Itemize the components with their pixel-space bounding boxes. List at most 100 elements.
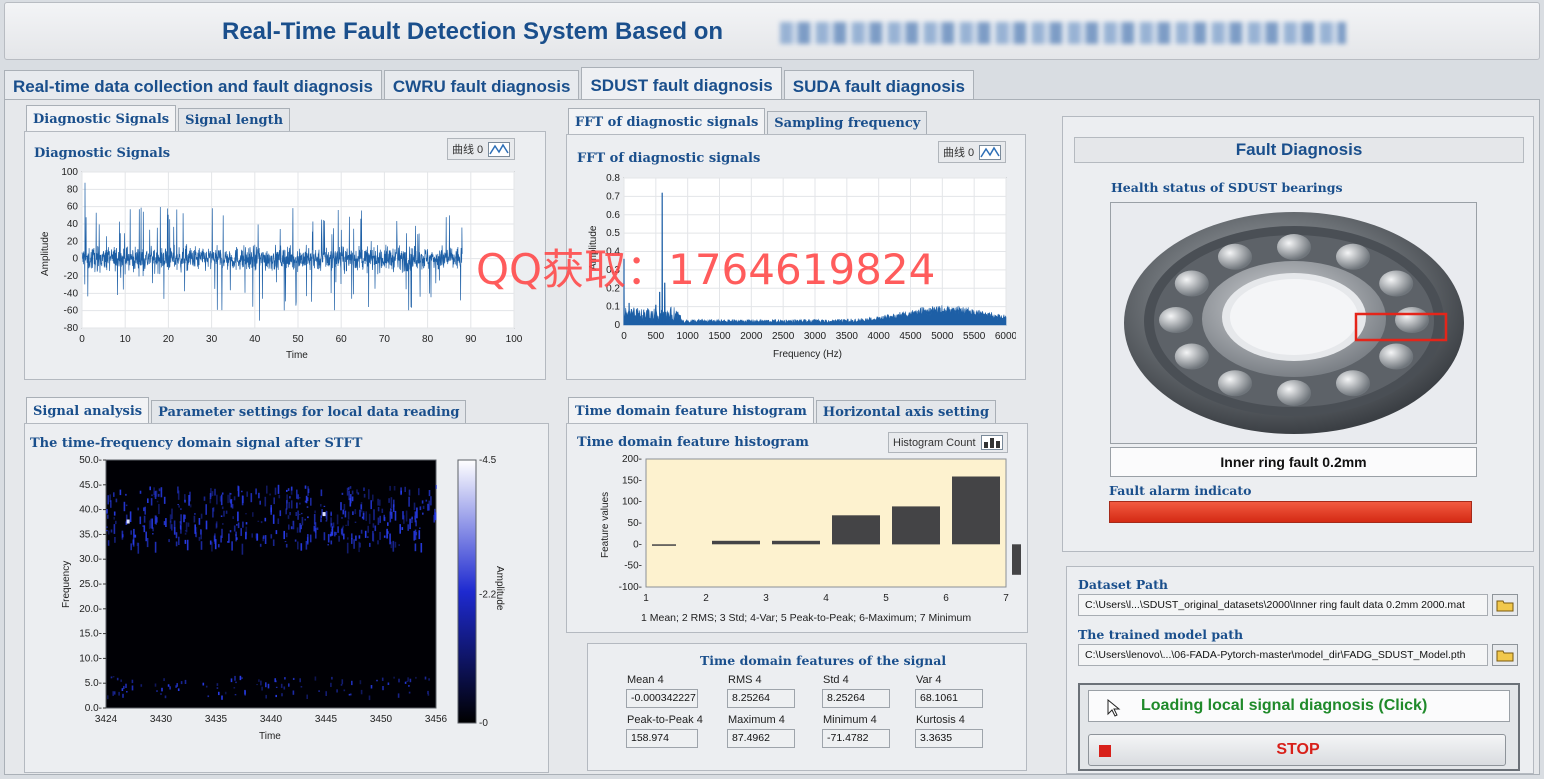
stft-cell [145, 531, 147, 542]
stft-cell [349, 486, 352, 489]
stft-cell [234, 675, 236, 681]
tab-realtime[interactable]: Real-time data collection and fault diag… [4, 70, 382, 100]
stft-cell [231, 541, 233, 551]
tab-horizontal-axis[interactable]: Horizontal axis setting [815, 400, 997, 423]
x-tick-label: 0 [621, 331, 627, 342]
stft-cell [413, 502, 416, 510]
stft-cell [290, 489, 293, 495]
stft-cell [269, 493, 271, 496]
stft-cell [143, 525, 146, 533]
stft-cell [177, 688, 180, 691]
stft-cell [386, 528, 388, 539]
stft-cell [373, 509, 375, 521]
stft-cell [156, 690, 158, 692]
tab-parameter-settings[interactable]: Parameter settings for local data readin… [151, 400, 467, 423]
dataset-path-field[interactable]: C:\Users\l...\SDUST_original_datasets\20… [1078, 594, 1488, 616]
tab-sdust[interactable]: SDUST fault diagnosis [581, 67, 782, 99]
tab-signal-length[interactable]: Signal length [178, 108, 291, 131]
y-tick-label: 0.8 [606, 173, 620, 184]
stft-cell [299, 678, 301, 683]
fft-legend[interactable]: 曲线 0 [938, 141, 1007, 163]
stft-cell [169, 520, 172, 529]
browse-model-button[interactable] [1492, 644, 1518, 666]
stft-cell [362, 512, 365, 520]
stft-cell [209, 498, 212, 504]
stft-cell [225, 510, 228, 514]
tab-sampling-frequency[interactable]: Sampling frequency [767, 111, 928, 134]
stft-cell [233, 496, 236, 501]
stft-cell [235, 534, 237, 537]
load-signal-button[interactable]: Loading local signal diagnosis (Click) [1088, 690, 1510, 722]
tab-fft[interactable]: FFT of diagnostic signals [568, 108, 766, 134]
stft-cell [241, 543, 244, 555]
stft-cell [161, 687, 163, 692]
tab-cwru[interactable]: CWRU fault diagnosis [383, 70, 580, 100]
stft-cell [418, 488, 420, 496]
stft-cell [221, 528, 223, 538]
stft-cell [304, 500, 307, 503]
stft-cell [277, 484, 280, 494]
stft-cell [120, 679, 122, 682]
stft-cell [143, 507, 145, 512]
bearing-ball [1159, 307, 1193, 333]
line-plot-icon [488, 141, 511, 157]
stft-cell [298, 497, 301, 499]
stft-cell [314, 510, 316, 514]
stft-cell [367, 536, 369, 538]
x-tick-label: 6000 [995, 331, 1016, 342]
hist-caption: 1 Mean; 2 RMS; 3 Std; 4-Var; 5 Peak-to-P… [641, 612, 972, 624]
stft-cell [189, 504, 192, 508]
tab-suda[interactable]: SUDA fault diagnosis [783, 70, 974, 100]
stft-cell [260, 680, 262, 686]
x-tick-label: 3 [763, 593, 769, 604]
stft-cell [262, 537, 264, 542]
stft-cell [154, 541, 157, 553]
diag-label: Diagnostic Signals [34, 146, 171, 161]
stop-button[interactable]: STOP [1088, 734, 1506, 766]
stft-cell [194, 513, 196, 515]
stft-cell [139, 490, 142, 494]
x-tick-label: 6 [943, 593, 949, 604]
stft-cell [131, 679, 134, 684]
stft-cell [409, 678, 412, 683]
hist-bar [652, 544, 676, 546]
x-tick-label: 50 [292, 334, 304, 345]
stft-cell [130, 543, 132, 551]
stft-cell [126, 691, 128, 693]
diag-legend[interactable]: 曲线 0 [447, 138, 516, 160]
stft-cell [354, 509, 357, 515]
stft-cell [427, 690, 429, 695]
tab-diagnostic-signals[interactable]: Diagnostic Signals [26, 105, 177, 131]
stft-cell [409, 518, 411, 530]
fault-title: Fault Diagnosis [1235, 140, 1363, 159]
stft-cell [221, 492, 224, 495]
stft-cell [434, 512, 437, 521]
model-path-field[interactable]: C:\Users\lenovo\...\06-FADA-Pytorch-mast… [1078, 644, 1488, 666]
stft-cell [237, 511, 239, 522]
stft-cell [107, 495, 109, 505]
stft-cell [300, 543, 303, 551]
stft-cell [330, 682, 332, 687]
stft-cell [332, 522, 335, 528]
stft-cell [394, 541, 397, 548]
stft-cell [112, 691, 114, 696]
stft-cell [316, 527, 319, 530]
stft-cell [185, 522, 188, 533]
stft-cell [158, 488, 161, 492]
stft-cell [281, 693, 283, 697]
stft-cell [348, 693, 351, 696]
stft-subtabs: Signal analysis Parameter settings for l… [26, 397, 468, 423]
stft-cell [406, 680, 408, 682]
tab-histogram[interactable]: Time domain feature histogram [568, 397, 814, 423]
stft-cell [222, 523, 224, 525]
stft-cell [320, 518, 322, 523]
stft-cell [275, 694, 277, 698]
folder-icon [1496, 600, 1514, 612]
hist-legend[interactable]: Histogram Count [888, 432, 1008, 453]
stft-cell [277, 518, 280, 524]
stft-cell [169, 686, 171, 690]
folder-icon [1496, 650, 1514, 662]
tab-signal-analysis[interactable]: Signal analysis [26, 397, 150, 423]
browse-dataset-button[interactable] [1492, 594, 1518, 616]
bearing-ball [1336, 370, 1370, 397]
